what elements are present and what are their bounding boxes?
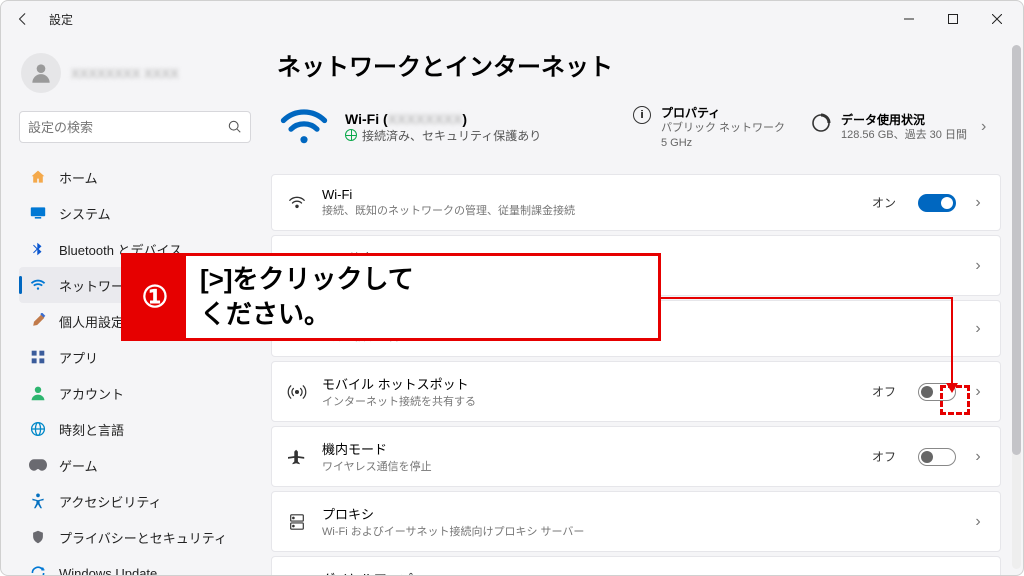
network-status-row: Wi-Fi (XXXXXXXX) 接続済み、セキュリティ保護あり i プロパティ… xyxy=(271,100,1001,154)
sidebar-item-home[interactable]: ホーム xyxy=(19,159,251,195)
search-icon xyxy=(228,120,242,134)
wifi-ssid: Wi-Fi (XXXXXXXX) xyxy=(345,111,619,127)
item-state: オフ xyxy=(872,448,896,465)
shield-icon xyxy=(29,528,47,546)
sidebar-item-update[interactable]: Windows Update xyxy=(19,555,251,576)
data-usage-link[interactable]: データ使用状況 128.56 GB、過去 30 日間 › xyxy=(811,111,1001,142)
item-sub: 接続、既知のネットワークの管理、従量制課金接続 xyxy=(322,202,858,218)
sidebar-item-timelang[interactable]: 時刻と言語 xyxy=(19,411,251,447)
wifi-toggle[interactable] xyxy=(918,194,956,212)
chevron-right-icon[interactable]: › xyxy=(970,383,986,401)
instruction-callout: ① [>]をクリックして ください。 xyxy=(121,253,661,341)
setting-item-airplane[interactable]: 機内モード ワイヤレス通信を停止 オフ › xyxy=(271,426,1001,487)
sidebar-item-label: システム xyxy=(59,204,111,223)
item-sub: インターネット接続を共有する xyxy=(322,393,858,409)
hotspot-icon xyxy=(286,384,308,400)
sidebar-item-label: アクセシビリティ xyxy=(59,492,162,511)
setting-item-proxy[interactable]: プロキシ Wi-Fi およびイーサネット接続向けプロキシ サーバー › xyxy=(271,491,1001,552)
wifi-icon xyxy=(277,100,331,154)
airplane-toggle[interactable] xyxy=(918,448,956,466)
item-state: オフ xyxy=(872,383,896,400)
chevron-right-icon[interactable]: › xyxy=(970,194,986,212)
instruction-arrow xyxy=(661,297,953,299)
connected-globe-icon xyxy=(345,129,357,141)
search-input[interactable] xyxy=(28,120,228,135)
wifi-icon xyxy=(29,276,47,294)
close-button[interactable] xyxy=(975,4,1019,34)
sidebar-item-label: アプリ xyxy=(59,348,98,367)
item-sub: Wi-Fi およびイーサネット接続向けプロキシ サーバー xyxy=(322,523,956,539)
accessibility-icon xyxy=(29,492,47,510)
titlebar: 設定 xyxy=(1,1,1023,37)
sidebar-item-label: Windows Update xyxy=(59,566,157,576)
setting-item-hotspot[interactable]: モバイル ホットスポット インターネット接続を共有する オフ › xyxy=(271,361,1001,422)
gamepad-icon xyxy=(29,456,47,474)
sidebar-item-label: 個人用設定 xyxy=(59,312,124,331)
chevron-right-icon: › xyxy=(981,118,995,136)
step-text: [>]をクリックして ください。 xyxy=(186,256,658,338)
instruction-target-highlight xyxy=(940,385,970,415)
back-button[interactable] xyxy=(11,7,35,31)
sidebar-item-apps[interactable]: アプリ xyxy=(19,339,251,375)
airplane-icon xyxy=(286,448,308,466)
item-title: プロキシ xyxy=(322,504,956,523)
sidebar-item-gaming[interactable]: ゲーム xyxy=(19,447,251,483)
data-usage-icon xyxy=(811,113,831,133)
properties-link[interactable]: i プロパティ パブリック ネットワーク 5 GHz xyxy=(633,104,797,150)
data-usage-sub: 128.56 GB、過去 30 日間 xyxy=(841,128,967,142)
chevron-right-icon[interactable]: › xyxy=(970,257,986,275)
user-name: XXXXXXXX XXXX xyxy=(71,66,179,81)
data-usage-title: データ使用状況 xyxy=(841,111,967,128)
setting-item-dialup[interactable]: ダイヤルアップ xyxy=(271,556,1001,575)
avatar xyxy=(21,53,61,93)
item-title: Wi-Fi xyxy=(322,187,858,202)
home-icon xyxy=(29,168,47,186)
proxy-icon xyxy=(286,513,308,531)
chevron-right-icon[interactable]: › xyxy=(970,320,986,338)
step-number: ① xyxy=(124,256,186,338)
info-icon: i xyxy=(633,106,651,124)
sidebar-item-system[interactable]: システム xyxy=(19,195,251,231)
sidebar-item-label: 時刻と言語 xyxy=(59,420,124,439)
window-title: 設定 xyxy=(49,11,73,28)
sidebar-item-label: プライバシーとセキュリティ xyxy=(59,528,227,547)
wifi-connection-status: 接続済み、セキュリティ保護あり xyxy=(345,127,619,144)
chevron-right-icon[interactable]: › xyxy=(970,513,986,531)
brush-icon xyxy=(29,312,47,330)
maximize-button[interactable] xyxy=(931,4,975,34)
sidebar-item-label: ホーム xyxy=(59,168,98,187)
item-sub: ワイヤレス通信を停止 xyxy=(322,458,858,474)
sidebar-item-label: ゲーム xyxy=(59,456,98,475)
item-title: モバイル ホットスポット xyxy=(322,374,858,393)
user-account-row[interactable]: XXXXXXXX XXXX xyxy=(19,45,251,101)
sidebar-item-accessibility[interactable]: アクセシビリティ xyxy=(19,483,251,519)
item-title: ダイヤルアップ xyxy=(322,569,986,575)
wifi-icon xyxy=(286,194,308,212)
sidebar-item-privacy[interactable]: プライバシーとセキュリティ xyxy=(19,519,251,555)
properties-sub: パブリック ネットワーク 5 GHz xyxy=(661,121,785,150)
instruction-arrow xyxy=(951,297,953,385)
account-icon xyxy=(29,384,47,402)
properties-title: プロパティ xyxy=(661,104,785,121)
globe-icon xyxy=(29,420,47,438)
item-title: 機内モード xyxy=(322,439,858,458)
minimize-button[interactable] xyxy=(887,4,931,34)
page-title: ネットワークとインターネット xyxy=(277,47,1001,82)
chevron-right-icon[interactable]: › xyxy=(970,448,986,466)
scrollbar-thumb[interactable] xyxy=(1012,45,1021,455)
item-state: オン xyxy=(872,194,896,211)
search-box[interactable] xyxy=(19,111,251,143)
system-icon xyxy=(29,204,47,222)
update-icon xyxy=(29,564,47,576)
setting-item-wifi[interactable]: Wi-Fi 接続、既知のネットワークの管理、従量制課金接続 オン › xyxy=(271,174,1001,231)
sidebar-item-label: アカウント xyxy=(59,384,124,403)
apps-icon xyxy=(29,348,47,366)
sidebar-item-accounts[interactable]: アカウント xyxy=(19,375,251,411)
bluetooth-icon xyxy=(29,240,47,258)
